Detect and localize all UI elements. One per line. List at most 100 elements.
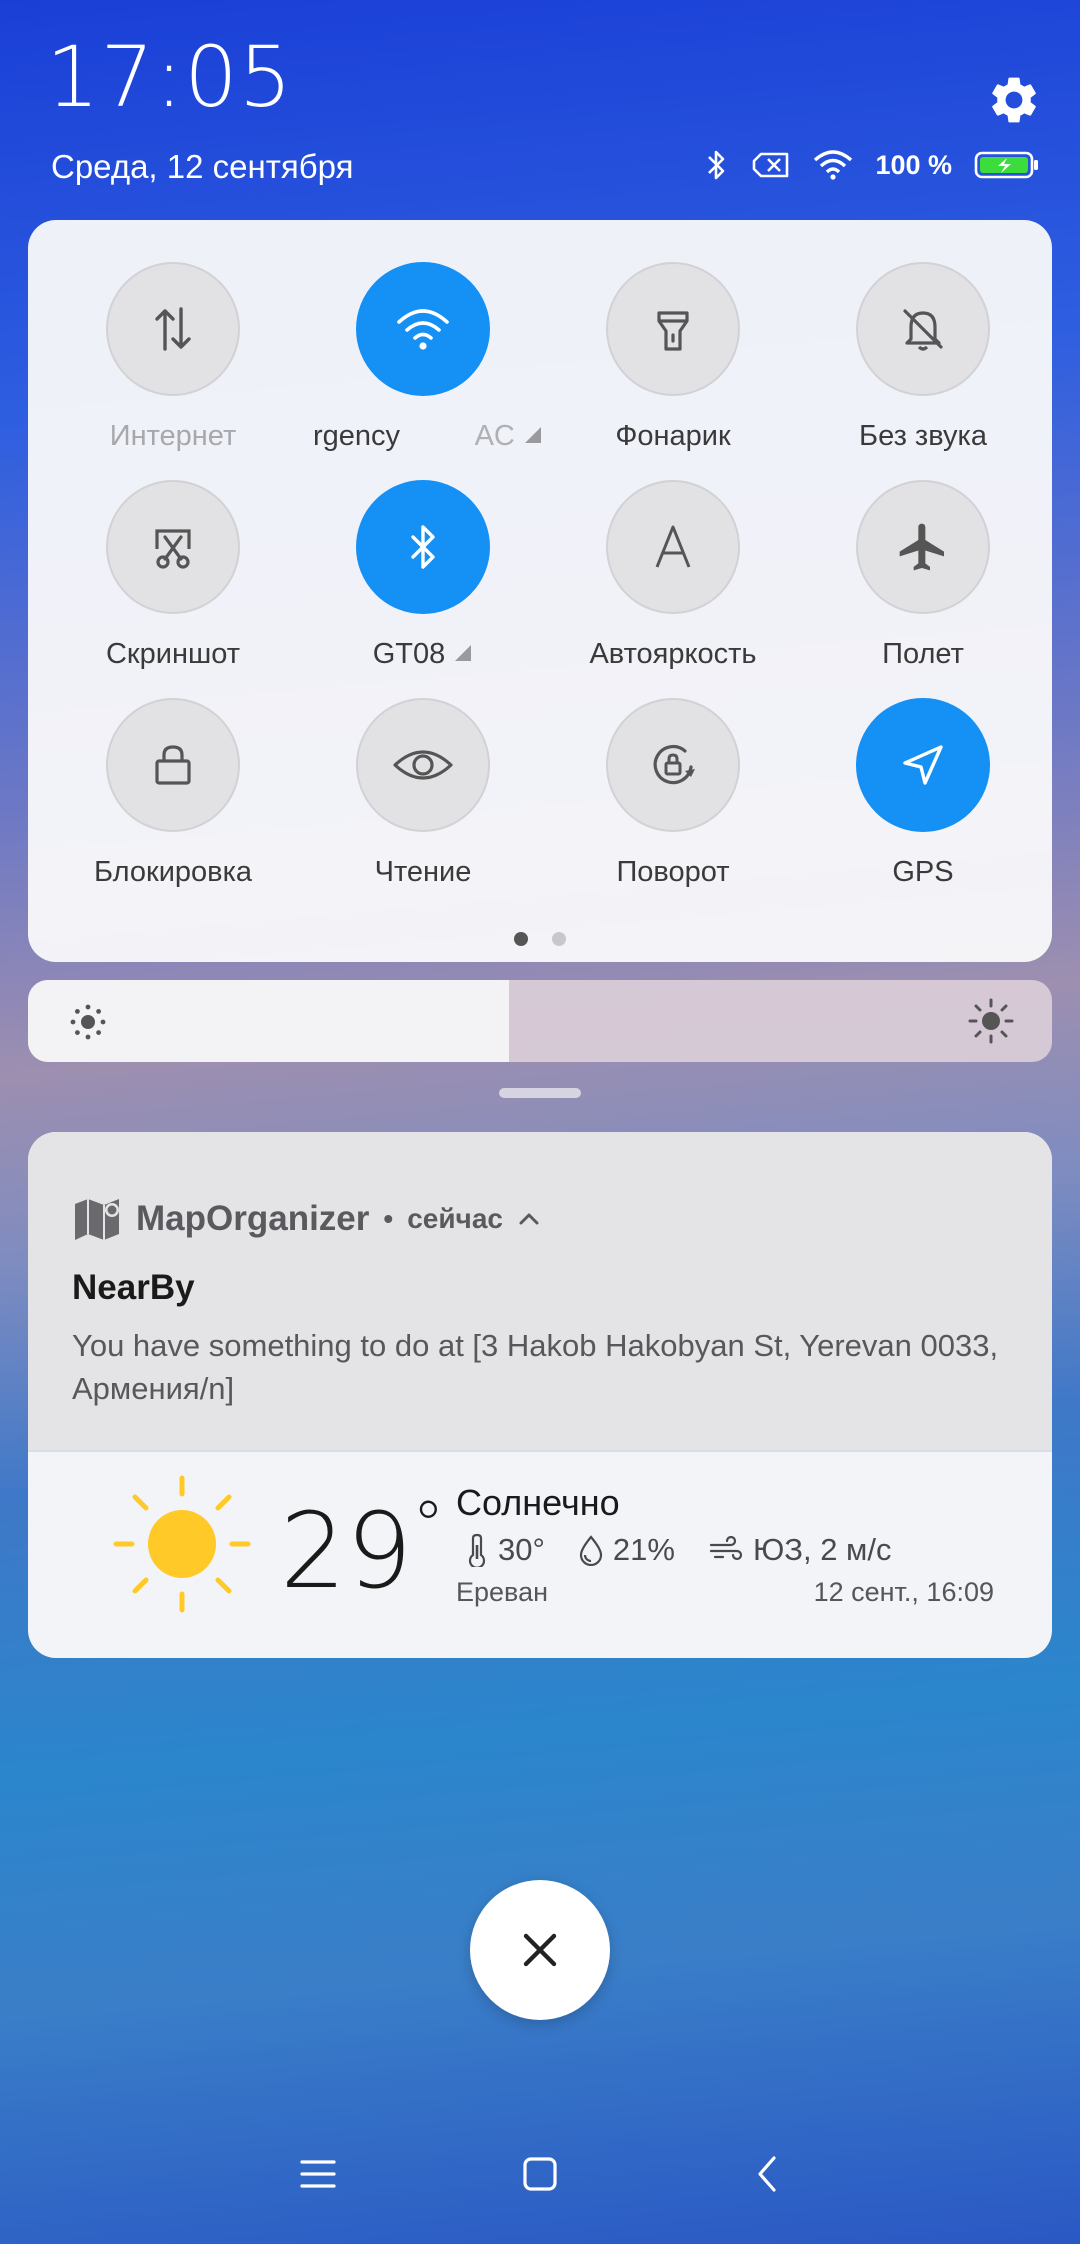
flashlight-icon [657,311,689,351]
notification-card[interactable]: MapOrganizer • сейчас NearBy You have so… [28,1132,1052,1658]
tile-airplane[interactable]: Полет [813,480,1033,671]
notification-time: сейчас [407,1203,503,1234]
thermometer-icon [468,1533,486,1567]
tile-airplane-button[interactable] [856,480,990,614]
notification-header: MapOrganizer • сейчас [72,1196,541,1242]
tile-flashlight-label: Фонарик [615,420,731,452]
airplane-icon [899,523,944,571]
clear-notifications-button[interactable] [470,1880,610,2020]
brightness-low-icon [70,1004,106,1040]
wifi-network-suffix: AC [474,420,515,452]
wifi-icon [814,150,853,180]
gear-icon[interactable] [986,72,1042,128]
screenshot-icon [155,529,191,569]
tile-rotation[interactable]: Поворот [563,698,783,889]
battery-percent: 100 % [875,149,952,180]
tile-gps-button[interactable] [856,698,990,832]
tile-reading-label: Чтение [374,856,472,888]
weather-condition: Солнечно [456,1482,620,1523]
notification-app-name: MapOrganizer [136,1199,370,1238]
tile-bluetooth-label: GT08 [313,638,533,671]
feels-like-value: 30° [498,1532,545,1567]
humidity-value: 21% [612,1532,675,1567]
close-icon [523,1933,557,1967]
tile-internet-button[interactable] [106,262,240,396]
tile-silent-label: Без звука [859,420,987,452]
notification-body: You have something to do at [3 Hakob Hak… [72,1328,999,1406]
quick-settings-panel: Интернет rgency AC Фонарик Без звука Скр… [28,220,1052,962]
tile-airplane-label: Полет [882,638,964,670]
brightness-slider[interactable] [28,980,1052,1062]
tile-screenshot[interactable]: Скриншот [63,480,283,671]
tile-flashlight[interactable]: Фонарик [563,262,783,453]
weather-city: Ереван [456,1577,549,1607]
tile-reading-button[interactable] [356,698,490,832]
no-sim-icon [753,152,789,178]
tile-gps[interactable]: GPS [813,698,1033,889]
wifi-icon [397,309,449,350]
wind-icon [709,1535,743,1561]
brightness-high-icon [968,998,1014,1044]
tile-internet-label: Интернет [109,420,237,452]
tile-auto-brightness-button[interactable] [606,480,740,614]
bell-off-icon [903,309,943,351]
tile-wifi-button[interactable] [356,262,490,396]
notification-content[interactable]: MapOrganizer • сейчас NearBy You have so… [28,1132,1052,1450]
degree-sign: ° [412,1489,445,1564]
clock: 17:05 [46,28,294,126]
tile-screenshot-button[interactable] [106,480,240,614]
tile-internet[interactable]: Интернет [63,262,283,453]
weather-updated-time: 12 сент., 16:09 [813,1577,994,1607]
page-dot-2[interactable] [552,932,566,946]
tile-rotation-label: Поворот [616,856,730,888]
sunny-icon [113,1475,251,1613]
tile-wifi[interactable]: rgency AC [313,262,541,453]
notification-title: NearBy [72,1268,195,1307]
eye-icon [393,750,453,780]
back-icon[interactable] [752,2154,782,2194]
bluetooth-device-name: GT08 [372,638,446,670]
tile-lock-label: Блокировка [93,856,253,888]
temperature-value: 29 [280,1490,413,1612]
page-dot-1[interactable] [514,932,528,946]
humidity-icon [579,1535,602,1566]
tile-lock[interactable]: Блокировка [63,698,283,889]
signal-icon [455,645,472,661]
navigation-bar [0,2140,1080,2210]
date-label: Среда, 12 сентября [51,148,354,185]
bluetooth-icon [411,525,435,569]
tile-reading[interactable]: Чтение [313,698,533,889]
wifi-network-name: rgency [313,420,401,452]
tile-silent-button[interactable] [856,262,990,396]
mobile-data-icon [155,307,191,351]
weather-details: 30° 21% ЮЗ, 2 м/с [466,1532,891,1568]
status-bar: 100 % [703,148,1040,182]
tile-auto-brightness[interactable]: Автояркость [563,480,783,671]
auto-brightness-icon [655,525,691,568]
wind-value: ЮЗ, 2 м/с [752,1532,892,1567]
drag-handle[interactable] [499,1088,581,1098]
location-arrow-icon [903,745,943,785]
battery-charging-icon [974,151,1038,179]
weather-widget[interactable]: 29° Солнечно 30° 21% ЮЗ, 2 м/с Ереван 12… [28,1450,1052,1658]
tile-bluetooth[interactable]: GT08 [313,480,533,671]
weather-temperature: 29° [280,1489,445,1612]
tile-screenshot-label: Скриншот [105,638,240,670]
signal-icon [524,427,541,443]
tile-wifi-label: rgency AC [313,420,541,453]
tile-bluetooth-button[interactable] [356,480,490,614]
tile-silent[interactable]: Без звука [813,262,1033,453]
page-indicator [28,932,1052,946]
menu-icon[interactable] [300,2154,336,2194]
tile-gps-label: GPS [892,856,954,888]
chevron-up-icon[interactable] [517,1210,541,1228]
map-icon [75,1199,119,1240]
rotation-lock-icon [653,745,695,785]
tile-auto-brightness-label: Автояркость [589,638,757,670]
tile-flashlight-button[interactable] [606,262,740,396]
tile-rotation-button[interactable] [606,698,740,832]
lock-icon [155,745,191,785]
home-icon[interactable] [522,2154,558,2194]
bluetooth-icon [708,150,725,180]
tile-lock-button[interactable] [106,698,240,832]
